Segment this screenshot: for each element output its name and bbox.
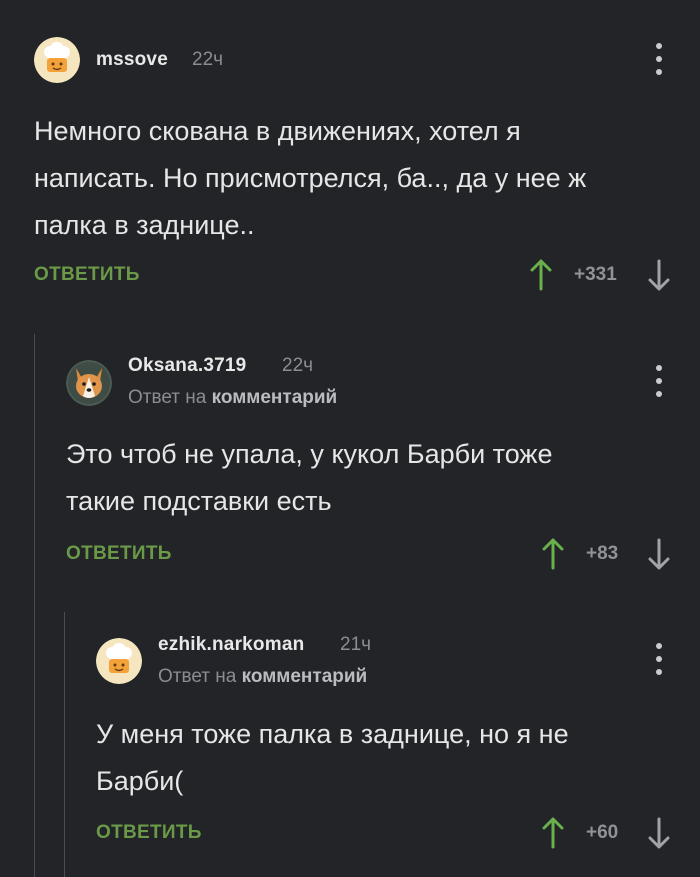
timestamp: 21ч (340, 634, 372, 655)
reply-to-comment-link[interactable]: комментарий (242, 666, 368, 687)
reply-to-prefix: Ответ на (158, 666, 237, 687)
corgi-dog-avatar-icon (66, 360, 112, 406)
reply-button[interactable]: ОТВЕТИТЬ (66, 543, 172, 565)
comment-1: mssove 22ч Немного скована в движениях, … (0, 0, 700, 310)
thread-line-level-2 (64, 612, 65, 877)
reply-to-prefix: Ответ на (128, 387, 207, 408)
upvote-arrow-icon[interactable] (542, 538, 564, 570)
user-avatar[interactable] (34, 37, 80, 83)
comment-text-line: палка в заднице.. (34, 210, 255, 240)
reply-button[interactable]: ОТВЕТИТЬ (34, 264, 140, 286)
reply-to-line: Ответ на комментарий (128, 387, 337, 409)
timestamp: 22ч (192, 49, 224, 70)
more-options-icon[interactable] (653, 365, 665, 399)
user-avatar[interactable] (96, 638, 142, 684)
username[interactable]: ezhik.narkoman (158, 634, 304, 656)
upvote-arrow-icon[interactable] (530, 259, 552, 291)
thread-line-level-1 (34, 334, 35, 877)
reply-to-comment-link[interactable]: комментарий (212, 387, 338, 408)
vote-score: +60 (586, 822, 619, 843)
comment-text-line: Барби( (96, 766, 184, 796)
downvote-arrow-icon[interactable] (648, 538, 670, 570)
downvote-arrow-icon[interactable] (648, 259, 670, 291)
username[interactable]: mssove (96, 49, 168, 71)
comment-text: Немного скована в движениях, хотел я нап… (34, 108, 674, 249)
username[interactable]: Oksana.3719 (128, 355, 246, 377)
comment-text-line: Немного скована в движениях, хотел я (34, 116, 521, 146)
timestamp: 22ч (282, 355, 314, 376)
vote-score: +83 (586, 543, 619, 564)
chef-hat-avatar-icon (34, 37, 80, 83)
comment-text-line: У меня тоже палка в заднице, но я не (96, 719, 569, 749)
vote-score: +331 (574, 264, 617, 285)
reply-to-line: Ответ на комментарий (158, 666, 367, 688)
downvote-arrow-icon[interactable] (648, 817, 670, 849)
more-options-icon[interactable] (653, 43, 665, 77)
comment-text: У меня тоже палка в заднице, но я не Бар… (96, 711, 676, 805)
comment-text-line: такие подставки есть (66, 486, 332, 516)
comment-text: Это чтоб не упала, у кукол Барби тоже та… (66, 431, 676, 525)
upvote-arrow-icon[interactable] (542, 817, 564, 849)
comment-text-line: Это чтоб не упала, у кукол Барби тоже (66, 439, 553, 469)
reply-button[interactable]: ОТВЕТИТЬ (96, 822, 202, 844)
user-avatar[interactable] (66, 360, 112, 406)
more-options-icon[interactable] (653, 643, 665, 677)
chef-hat-avatar-icon (96, 638, 142, 684)
comment-text-line: написать. Но присмотрелся, ба.., да у не… (34, 163, 587, 193)
